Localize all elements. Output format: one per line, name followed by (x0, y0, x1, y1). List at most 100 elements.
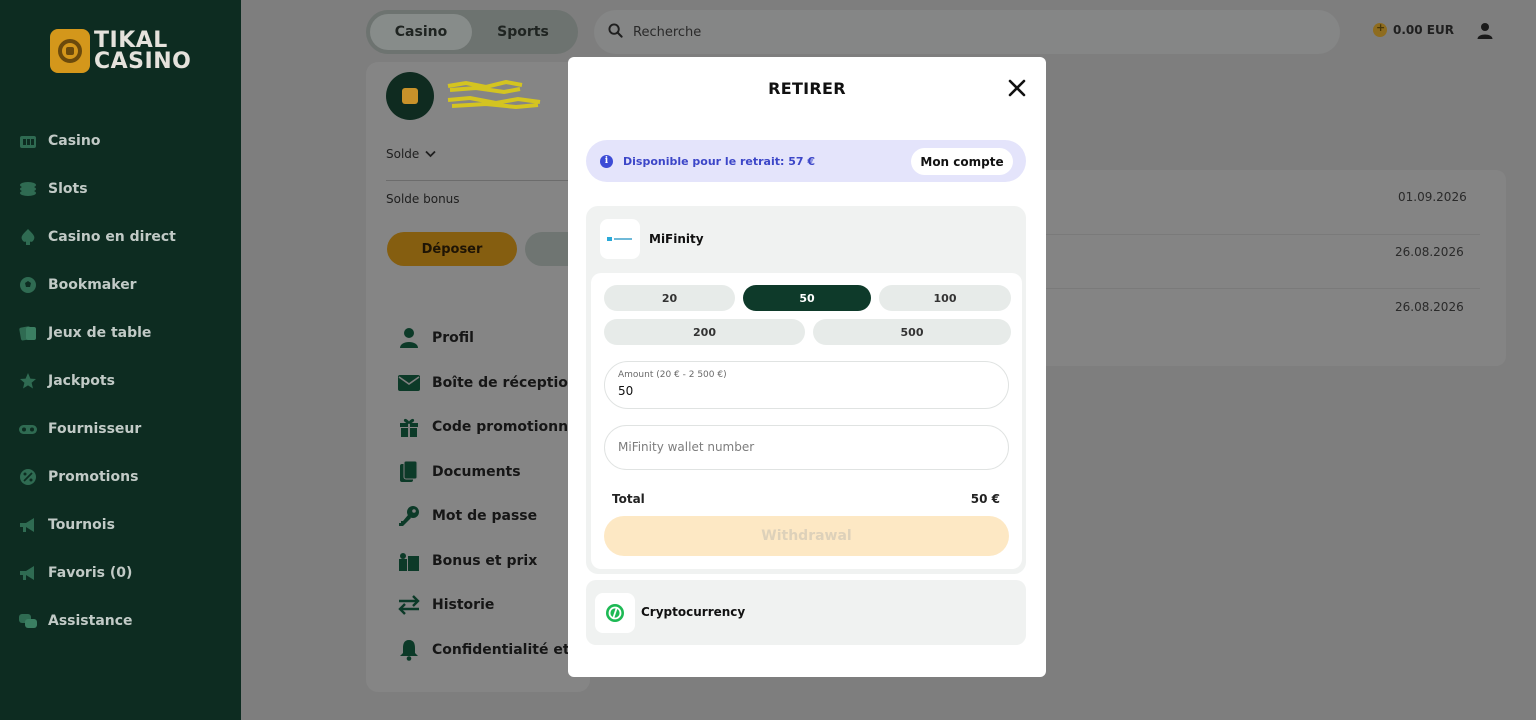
sidebar-item-label: Casino (48, 133, 101, 149)
coin-icon (1373, 21, 1387, 37)
cryptocurrency-logo-icon (595, 593, 635, 633)
sidebar-item-label: Slots (48, 181, 88, 197)
avatar-logo-icon (402, 88, 418, 104)
sidebar-item-casino-en-direct[interactable]: Casino en direct (18, 213, 228, 261)
logo-text-line1: TIKAL (94, 28, 168, 53)
key-icon (398, 505, 420, 527)
balance-value: 0.00 EUR (1393, 23, 1454, 37)
profile-menu: Profil Boîte de réception Code promotion… (398, 316, 594, 672)
tab-casino[interactable]: Casino (370, 14, 472, 50)
amount-field-label: Amount (20 € - 2 500 €) (618, 370, 727, 380)
amount-chip-200[interactable]: 200 (604, 319, 805, 345)
menu-item-bonus-et-prix[interactable]: Bonus et prix (398, 539, 594, 584)
menu-item-label: Historie (432, 597, 495, 614)
menu-item-label: Mot de passe (432, 508, 538, 525)
wallet-number-input[interactable] (618, 440, 988, 454)
sidebar: TIKAL CASINO Casino Slots Casino en dire… (0, 0, 241, 720)
menu-item-documents[interactable]: Documents (398, 450, 594, 495)
menu-item-mot-de-passe[interactable]: Mot de passe (398, 494, 594, 539)
sidebar-item-label: Promotions (48, 469, 139, 485)
user-account-icon[interactable] (1476, 22, 1494, 44)
available-amount-text: Disponible pour le retrait: 57 € (623, 154, 816, 168)
menu-item-code-promotionnel[interactable]: Code promotionnel (398, 405, 594, 450)
wallet-number-field[interactable] (604, 425, 1009, 470)
bell-icon (398, 639, 420, 661)
sidebar-item-favoris[interactable]: Favoris (0) (18, 549, 228, 597)
sidebar-item-label: Jeux de table (48, 325, 152, 341)
gift-icon (398, 416, 420, 438)
search-input[interactable] (633, 24, 1233, 40)
live-casino-icon (18, 227, 38, 247)
amount-field[interactable]: Amount (20 € - 2 500 €) (604, 361, 1009, 409)
amount-chip-50[interactable]: 50 (743, 285, 871, 311)
withdrawal-button[interactable]: Withdrawal (604, 516, 1009, 556)
solde-label: Solde (386, 147, 420, 161)
avatar[interactable] (386, 72, 434, 120)
menu-item-label: Boîte de réception (432, 374, 578, 391)
sidebar-item-label: Jackpots (48, 373, 115, 389)
chat-icon (18, 611, 38, 631)
menu-item-label: Bonus et prix (432, 552, 538, 569)
divider (386, 180, 576, 181)
my-account-button[interactable]: Mon compte (911, 148, 1013, 175)
sidebar-item-jeux-de-table[interactable]: Jeux de table (18, 309, 228, 357)
sidebar-item-label: Assistance (48, 613, 133, 629)
slots-icon (18, 179, 38, 199)
sidebar-item-slots[interactable]: Slots (18, 165, 228, 213)
divider (1040, 288, 1480, 289)
total-value: 50 € (970, 492, 1000, 506)
ball-icon (18, 275, 38, 295)
history-date: 01.09.2026 (1398, 190, 1467, 204)
sidebar-item-assistance[interactable]: Assistance (18, 597, 228, 645)
menu-item-historie[interactable]: Historie (398, 583, 594, 628)
search-bar (594, 10, 1340, 54)
menu-item-profil[interactable]: Profil (398, 316, 594, 361)
logo-badge-icon (50, 29, 90, 73)
megaphone-icon (18, 515, 38, 535)
method-name: MiFinity (649, 232, 704, 246)
sidebar-item-fournisseur[interactable]: Fournisseur (18, 405, 228, 453)
star-icon (18, 371, 38, 391)
tikal-casino-logo[interactable]: TIKAL CASINO (50, 29, 191, 73)
redacted-username-scribble (447, 80, 541, 110)
balance-display[interactable]: 0.00 EUR (1373, 21, 1454, 37)
amount-chip-20[interactable]: 20 (604, 285, 735, 311)
menu-item-label: Documents (432, 463, 521, 480)
cards-icon (18, 323, 38, 343)
favorites-icon (18, 563, 38, 583)
sidebar-item-jackpots[interactable]: Jackpots (18, 357, 228, 405)
solde-bonus-label: Solde bonus (386, 192, 460, 206)
provider-icon (18, 419, 38, 439)
close-icon[interactable] (1006, 77, 1028, 99)
menu-item-label: Code promotionnel (432, 419, 583, 436)
tab-sports[interactable]: Sports (472, 14, 574, 50)
amount-chip-100[interactable]: 100 (879, 285, 1011, 311)
sidebar-item-label: Casino en direct (48, 229, 176, 245)
sidebar-item-label: Bookmaker (48, 277, 137, 293)
menu-item-boite-de-reception[interactable]: Boîte de réception (398, 361, 594, 406)
sidebar-item-casino[interactable]: Casino (18, 117, 228, 165)
solde-dropdown[interactable]: Solde (386, 147, 436, 161)
sidebar-item-label: Fournisseur (48, 421, 142, 437)
sidebar-item-bookmaker[interactable]: Bookmaker (18, 261, 228, 309)
history-date: 26.08.2026 (1395, 300, 1464, 314)
amount-chip-500[interactable]: 500 (813, 319, 1011, 345)
sidebar-item-label: Tournois (48, 517, 115, 533)
percent-icon (18, 467, 38, 487)
documents-icon (398, 460, 420, 483)
menu-item-confidentialite[interactable]: Confidentialité et no (398, 628, 594, 673)
swap-icon (398, 594, 420, 616)
cryptocurrency-name: Cryptocurrency (641, 605, 746, 619)
deposit-button[interactable]: Déposer (387, 232, 517, 266)
user-icon (398, 327, 420, 349)
logo-text-line2: CASINO (94, 49, 192, 74)
sidebar-item-tournois[interactable]: Tournois (18, 501, 228, 549)
total-label: Total (612, 492, 645, 506)
casino-icon (18, 131, 38, 151)
sidebar-item-promotions[interactable]: Promotions (18, 453, 228, 501)
sidebar-nav: Casino Slots Casino en direct Bookmaker … (18, 117, 228, 645)
amount-input[interactable] (618, 384, 988, 398)
info-icon: i (600, 154, 613, 168)
mifinity-logo-icon (600, 219, 640, 259)
product-tabs: Casino Sports (366, 10, 578, 54)
